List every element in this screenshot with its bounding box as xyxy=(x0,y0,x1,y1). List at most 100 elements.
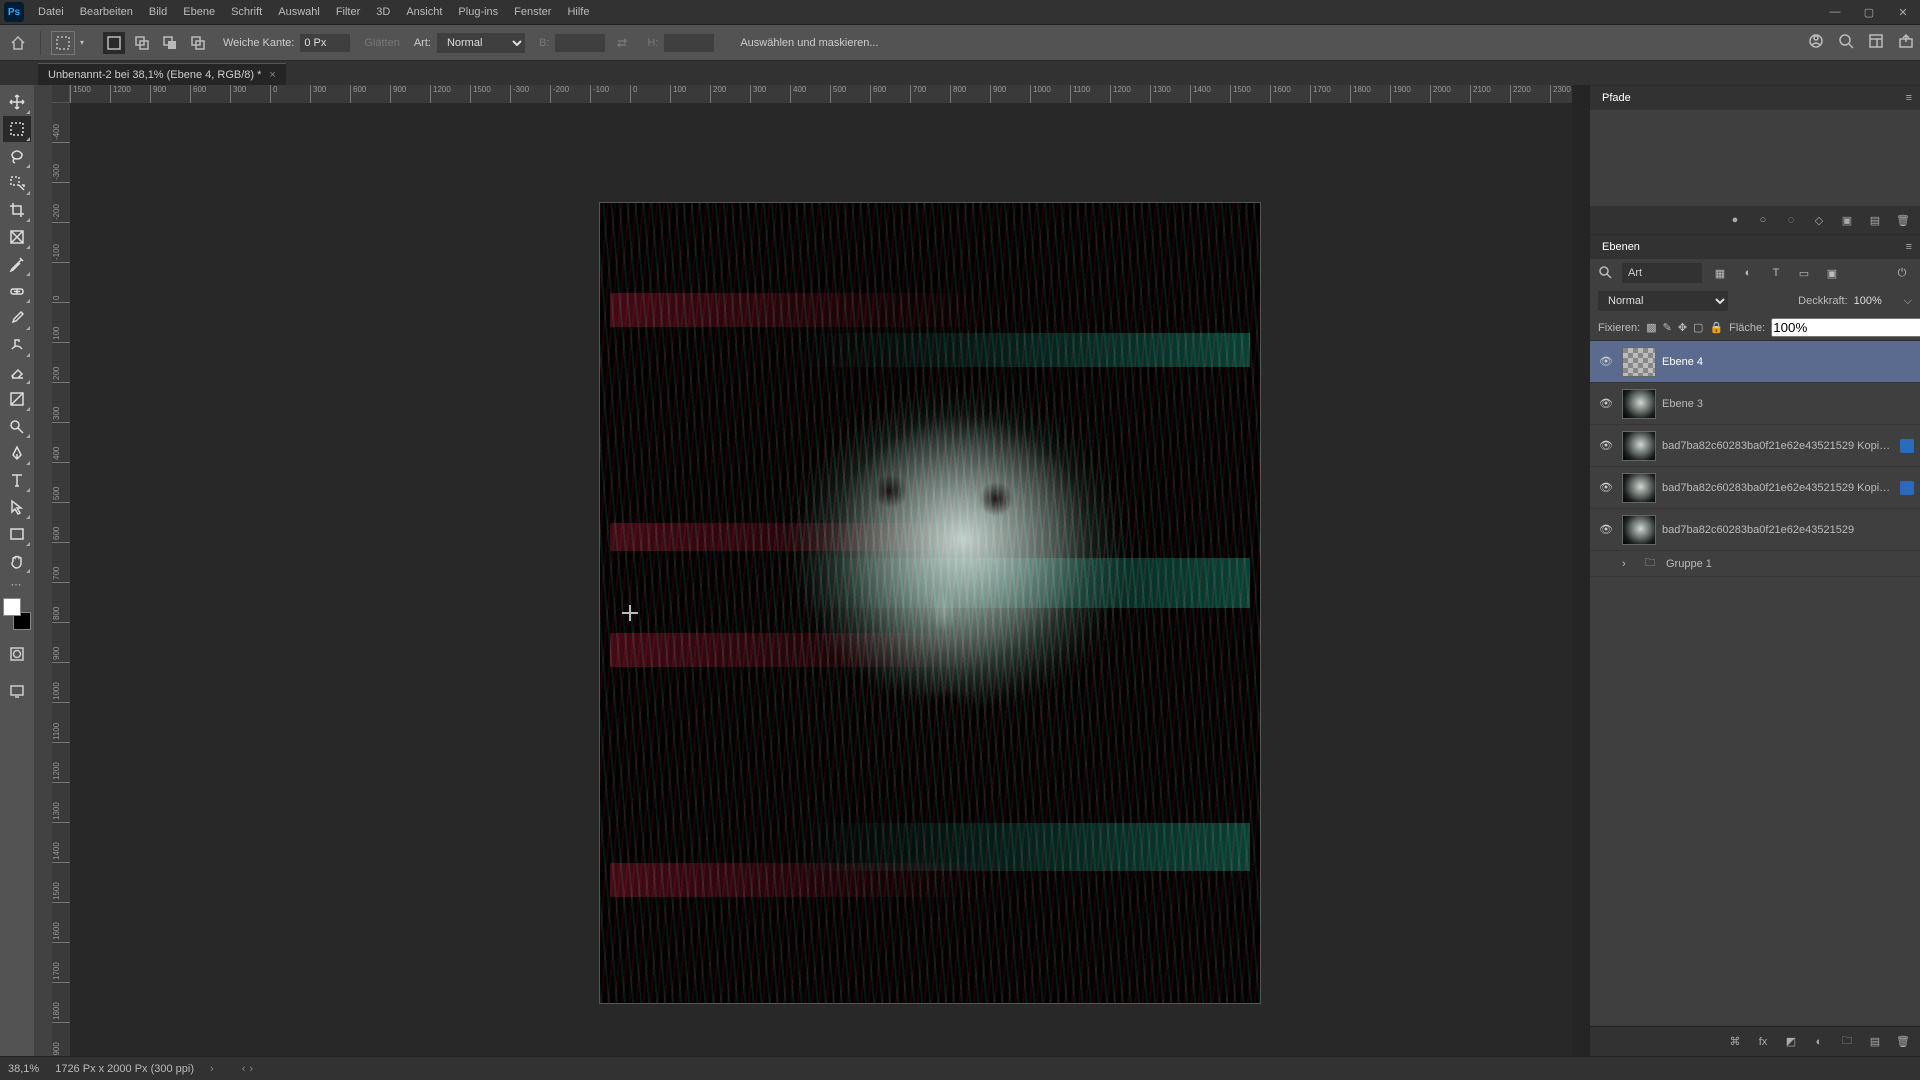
tab-close-icon[interactable]: × xyxy=(269,69,275,81)
dropdown-icon[interactable]: ⌵ xyxy=(1904,295,1912,308)
selection-add-icon[interactable] xyxy=(131,32,153,54)
path-to-selection-icon[interactable]: ◌ xyxy=(1782,211,1800,229)
zoom-level[interactable]: 38,1% xyxy=(8,1063,39,1075)
select-and-mask-button[interactable]: Auswählen und maskieren... xyxy=(740,37,878,49)
nav-prev-icon[interactable]: ‹ xyxy=(242,1063,246,1075)
quickmask-toggle[interactable] xyxy=(3,641,31,667)
minimize-button[interactable]: ― xyxy=(1818,0,1852,25)
layer-row[interactable]: 👁 bad7ba82c60283ba0f21e62e43521529 Kopie … xyxy=(1590,467,1920,509)
cloud-docs-icon[interactable] xyxy=(1808,33,1824,52)
color-swatches[interactable] xyxy=(3,598,31,630)
collapsed-dock[interactable] xyxy=(34,85,52,1056)
menu-view[interactable]: Ansicht xyxy=(398,2,450,22)
delete-layer-icon[interactable]: 🗑 xyxy=(1894,1033,1912,1051)
lock-position-icon[interactable]: ✥ xyxy=(1678,319,1687,337)
filter-pixel-icon[interactable]: ▦ xyxy=(1710,263,1730,283)
layer-name[interactable]: Ebene 4 xyxy=(1662,356,1914,368)
layer-name[interactable]: bad7ba82c60283ba0f21e62e43521529 Kopie 4 xyxy=(1662,440,1894,452)
menu-3d[interactable]: 3D xyxy=(368,2,398,22)
filter-type-icon[interactable]: T xyxy=(1766,263,1786,283)
layer-row[interactable]: 👁 Ebene 4 xyxy=(1590,341,1920,383)
menu-window[interactable]: Fenster xyxy=(506,2,559,22)
fill-path-icon[interactable]: ● xyxy=(1726,211,1744,229)
paths-panel-body[interactable] xyxy=(1590,110,1920,206)
layer-visibility-icon[interactable]: 👁 xyxy=(1596,523,1616,536)
ruler-horizontal[interactable]: 15001200900600300030060090012001500-300-… xyxy=(70,85,1572,103)
layer-name[interactable]: bad7ba82c60283ba0f21e62e43521529 xyxy=(1662,524,1914,536)
lasso-tool[interactable] xyxy=(3,143,31,169)
menu-plugins[interactable]: Plug-ins xyxy=(450,2,506,22)
maximize-button[interactable]: ▢ xyxy=(1852,0,1886,25)
layer-row[interactable]: 👁 bad7ba82c60283ba0f21e62e43521529 xyxy=(1590,509,1920,551)
style-select[interactable]: Normal xyxy=(437,33,525,53)
filter-adjust-icon[interactable]: ◐ xyxy=(1738,263,1758,283)
layer-thumbnail[interactable] xyxy=(1622,347,1656,377)
nav-next-icon[interactable]: › xyxy=(249,1063,253,1075)
quick-select-tool[interactable] xyxy=(3,170,31,196)
layer-row[interactable]: ›🗀Gruppe 1 xyxy=(1590,551,1920,577)
stroke-path-icon[interactable]: ○ xyxy=(1754,211,1772,229)
type-tool[interactable] xyxy=(3,467,31,493)
ruler-origin[interactable] xyxy=(52,85,70,103)
foreground-color[interactable] xyxy=(3,598,21,616)
new-layer-icon[interactable]: ▤ xyxy=(1866,1033,1884,1051)
shape-tool[interactable] xyxy=(3,521,31,547)
add-mask-icon[interactable]: ▣ xyxy=(1838,211,1856,229)
document-tab[interactable]: Unbenannt-2 bei 38,1% (Ebene 4, RGB/8) *… xyxy=(38,63,286,85)
layer-visibility-icon[interactable]: 👁 xyxy=(1596,355,1616,368)
layer-thumbnail[interactable] xyxy=(1622,473,1656,503)
link-layers-icon[interactable]: ⌘ xyxy=(1726,1033,1744,1051)
brush-tool[interactable] xyxy=(3,305,31,331)
menu-filter[interactable]: Filter xyxy=(328,2,368,22)
new-path-icon[interactable]: ▤ xyxy=(1866,211,1884,229)
selection-subtract-icon[interactable] xyxy=(159,32,181,54)
crop-tool[interactable] xyxy=(3,197,31,223)
lock-artboard-icon[interactable]: ▢ xyxy=(1693,319,1703,337)
lock-paint-icon[interactable]: ✎ xyxy=(1663,319,1672,337)
tab-layers[interactable]: Ebenen xyxy=(1598,239,1644,255)
menu-help[interactable]: Hilfe xyxy=(559,2,597,22)
selection-to-path-icon[interactable]: ◇ xyxy=(1810,211,1828,229)
info-chevron-icon[interactable]: › xyxy=(210,1063,214,1075)
tool-preset-picker[interactable] xyxy=(51,31,75,55)
layer-visibility-icon[interactable]: 👁 xyxy=(1596,439,1616,452)
layer-thumbnail[interactable] xyxy=(1622,389,1656,419)
marquee-tool[interactable] xyxy=(3,116,31,142)
selection-intersect-icon[interactable] xyxy=(187,32,209,54)
clone-stamp-tool[interactable] xyxy=(3,332,31,358)
feather-input[interactable] xyxy=(300,34,350,52)
panel-menu-icon[interactable]: ≡ xyxy=(1906,241,1912,253)
eraser-tool[interactable] xyxy=(3,359,31,385)
canvas-viewport[interactable] xyxy=(70,103,1572,1056)
document-dimensions[interactable]: 1726 Px x 2000 Px (300 ppi) xyxy=(55,1063,194,1075)
edit-toolbar-icon[interactable]: ⋯ xyxy=(3,575,31,593)
layer-row[interactable]: 👁 Ebene 3 xyxy=(1590,383,1920,425)
share-icon[interactable] xyxy=(1898,33,1914,52)
layer-name[interactable]: bad7ba82c60283ba0f21e62e43521529 Kopie 3 xyxy=(1662,482,1894,494)
eyedropper-tool[interactable] xyxy=(3,251,31,277)
home-button[interactable] xyxy=(6,31,30,55)
layer-fx-icon[interactable]: fx xyxy=(1754,1033,1772,1051)
layer-visibility-icon[interactable]: 👁 xyxy=(1596,397,1616,410)
panel-menu-icon[interactable]: ≡ xyxy=(1906,92,1912,104)
new-group-icon[interactable]: 🗀 xyxy=(1838,1033,1856,1051)
pen-tool[interactable] xyxy=(3,440,31,466)
layer-visibility-icon[interactable]: 👁 xyxy=(1596,481,1616,494)
artboard[interactable] xyxy=(600,203,1260,1003)
frame-tool[interactable] xyxy=(3,224,31,250)
layer-list[interactable]: 👁 Ebene 4 👁 Ebene 3 👁 bad7ba82c60283ba0f21e62… xyxy=(1590,341,1920,1026)
layer-name[interactable]: Ebene 3 xyxy=(1662,398,1914,410)
menu-select[interactable]: Auswahl xyxy=(270,2,328,22)
dodge-tool[interactable] xyxy=(3,413,31,439)
search-icon[interactable] xyxy=(1838,33,1854,52)
path-select-tool[interactable] xyxy=(3,494,31,520)
filter-toggle-icon[interactable]: ⏻ xyxy=(1892,263,1912,283)
workspace-icon[interactable] xyxy=(1868,33,1884,52)
healing-brush-tool[interactable] xyxy=(3,278,31,304)
layer-mask-icon[interactable]: ◩ xyxy=(1782,1033,1800,1051)
group-expand-icon[interactable]: › xyxy=(1622,558,1634,570)
lock-transparency-icon[interactable]: ▩ xyxy=(1646,319,1656,337)
ruler-vertical[interactable]: -400-300-200-100010020030040050060070080… xyxy=(52,103,70,1056)
opacity-input[interactable] xyxy=(1854,292,1898,310)
move-tool[interactable] xyxy=(3,89,31,115)
